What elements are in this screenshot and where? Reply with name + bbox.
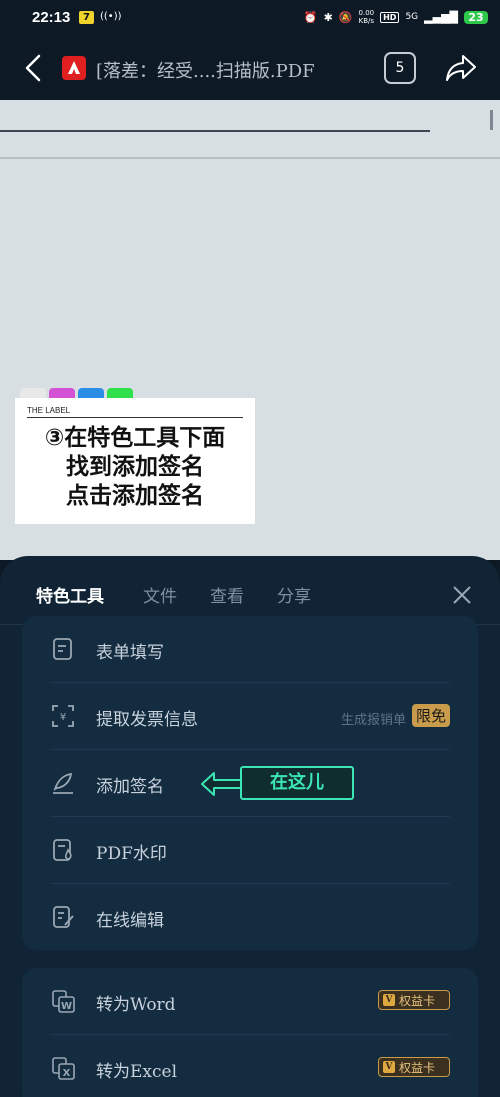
net-speed-value: 0.00 xyxy=(358,9,375,17)
tab-file[interactable]: 文件 xyxy=(143,582,177,607)
tab-view[interactable]: 查看 xyxy=(210,582,244,607)
net-speed-unit: KB/s xyxy=(358,17,375,25)
back-arrow-icon[interactable] xyxy=(18,52,50,84)
hotspot-icon: ((•)) xyxy=(100,11,122,22)
status-time: 22:13 xyxy=(32,9,71,26)
label-text: ③在特色工具下面 找到添加签名 点击添加签名 xyxy=(44,425,226,509)
signature-pen-icon xyxy=(53,772,73,794)
tool-item-convert-excel[interactable]: X 转为Excel V 权益卡 xyxy=(22,1035,478,1097)
tab-share[interactable]: 分享 xyxy=(277,582,311,607)
alarm-icon: ⏰ xyxy=(303,10,318,24)
benefit-card-badge: V 权益卡 xyxy=(378,990,450,1010)
tool-hint: 生成报销单 xyxy=(340,713,406,728)
tool-item-pdf-watermark[interactable]: PDF水印 xyxy=(22,817,478,884)
tool-item-form-fill[interactable]: 表单填写 xyxy=(22,616,478,683)
label-tab-green xyxy=(107,388,133,398)
close-icon[interactable] xyxy=(450,583,474,607)
label-tab-gray xyxy=(20,388,46,398)
tool-label: 添加签名 xyxy=(96,777,164,797)
status-bar: 22:13 7 ((•)) ⏰ ✱ 🔕 0.00 KB/s HD 5G ▂▄▆█… xyxy=(0,0,500,36)
top-bar: [落差：经受....扫描版.PDF 5 xyxy=(0,36,500,100)
tool-label: 在线编辑 xyxy=(96,911,164,931)
tool-label: 提取发票信息 xyxy=(96,710,198,730)
form-icon xyxy=(53,638,72,660)
mute-icon: 🔕 xyxy=(338,10,353,24)
annotation-label: 在这儿 xyxy=(240,766,354,800)
vip-icon: V xyxy=(383,1061,395,1073)
tool-item-extract-invoice[interactable]: ¥ 提取发票信息 生成报销单 限免 xyxy=(22,683,478,750)
tool-label: 转为Excel xyxy=(96,1062,178,1082)
watermark-icon xyxy=(53,839,72,861)
tool-item-online-edit[interactable]: 在线编辑 xyxy=(22,884,478,951)
convert-excel-icon: X xyxy=(52,1057,75,1080)
benefit-card-badge: V 权益卡 xyxy=(378,1057,450,1077)
signal-5g: 5G xyxy=(405,12,419,22)
scanned-line xyxy=(0,130,430,132)
left-arrow-icon xyxy=(201,772,243,796)
svg-text:¥: ¥ xyxy=(60,712,66,723)
bluetooth-icon: ✱ xyxy=(323,10,333,24)
status-icons: ⏰ ✱ 🔕 0.00 KB/s HD 5G ▂▄▆█ 23 xyxy=(304,9,488,25)
tab-special-tools[interactable]: 特色工具 xyxy=(36,582,104,607)
hd-badge: HD xyxy=(380,11,400,23)
page-count-button[interactable]: 5 xyxy=(384,52,416,84)
annotation-arrow: 在这儿 xyxy=(200,764,360,804)
battery-level: 23 xyxy=(464,10,488,24)
vip-icon: V xyxy=(383,994,395,1006)
scanned-line xyxy=(0,157,500,159)
pdf-file-icon xyxy=(62,56,86,80)
label-header: THE LABEL xyxy=(27,406,243,418)
document-title: [落差：经受....扫描版.PDF xyxy=(96,61,315,82)
label-tab-blue xyxy=(78,388,104,398)
limited-free-badge: 限免 xyxy=(411,704,450,727)
scroll-indicator xyxy=(490,110,493,130)
tool-label: 表单填写 xyxy=(96,643,164,663)
label-tabs xyxy=(20,388,133,398)
tool-label: PDF水印 xyxy=(96,844,167,864)
tool-item-convert-word[interactable]: W 转为Word V 权益卡 xyxy=(22,968,478,1035)
badge-text: 权益卡 xyxy=(399,1060,436,1075)
net-speed: 0.00 KB/s xyxy=(359,9,375,25)
label-tab-pink xyxy=(49,388,75,398)
instruction-label: THE LABEL ③在特色工具下面 找到添加签名 点击添加签名 xyxy=(15,398,255,524)
svg-text:X: X xyxy=(63,1068,71,1079)
sheet-tabs: 特色工具 文件 查看 分享 xyxy=(0,556,500,625)
badge-text: 权益卡 xyxy=(399,993,436,1008)
tools-sheet: 特色工具 文件 查看 分享 表单填写 ¥ 提取发票信息 生成报销单 限免 添加签… xyxy=(0,556,500,1097)
tool-label: 转为Word xyxy=(96,995,176,1015)
signal-bars-icon: ▂▄▆█ xyxy=(424,10,458,24)
tools-group-2: W 转为Word V 权益卡 X 转为Excel V 权益卡 xyxy=(22,968,478,1097)
share-arrow-icon[interactable] xyxy=(444,52,478,84)
convert-word-icon: W xyxy=(52,990,75,1013)
edit-document-icon xyxy=(53,906,74,928)
app-notification-icon: 7 xyxy=(79,11,94,24)
invoice-scan-icon: ¥ xyxy=(52,705,74,727)
svg-text:W: W xyxy=(61,1001,72,1012)
